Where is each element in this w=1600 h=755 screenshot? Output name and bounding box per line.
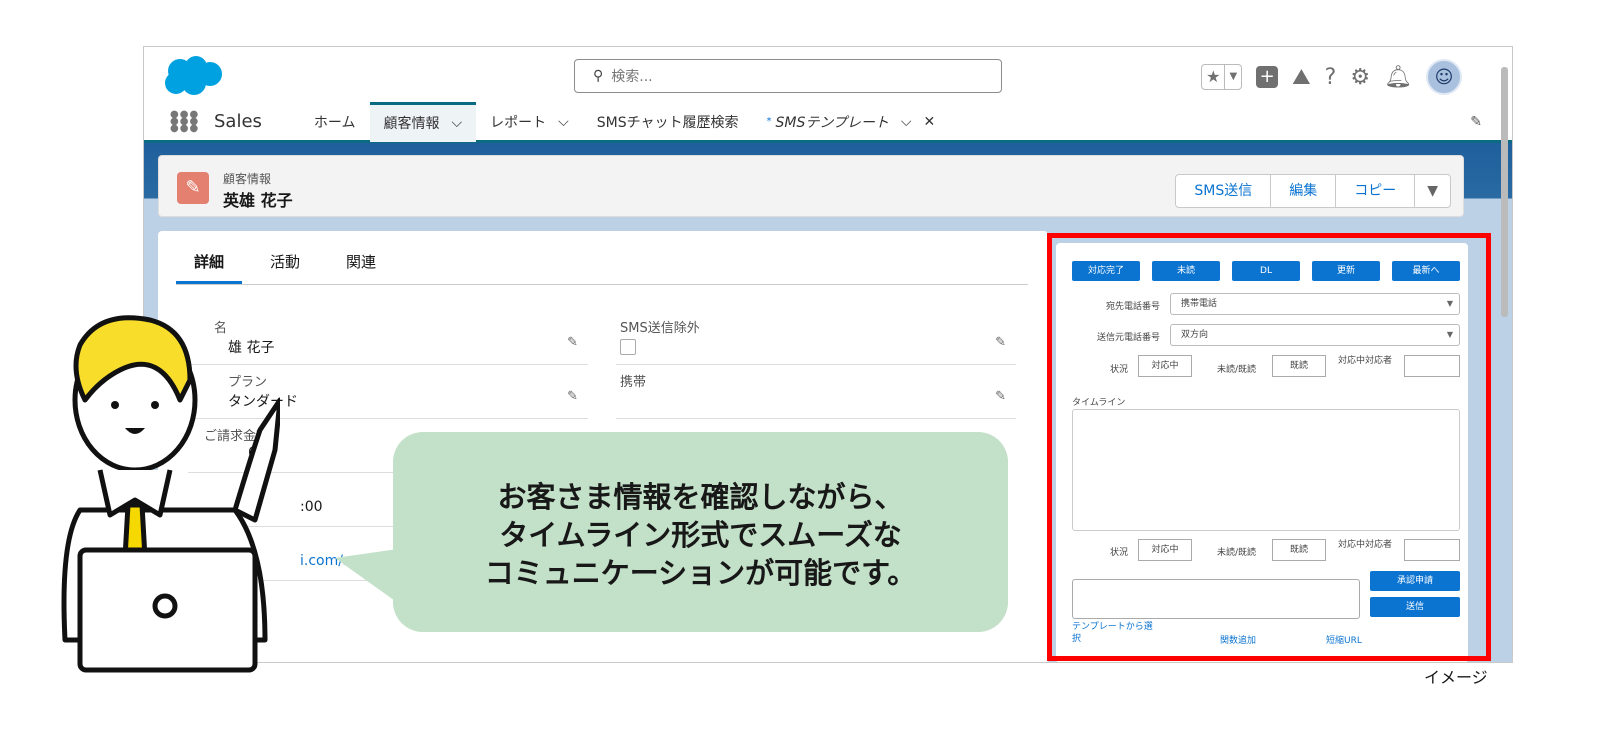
top-bar: ⚲ 検索... ★ ▼ + ⛰ ? ⚙ 🔔︎ ☺ [144,47,1512,103]
edit-nav-icon[interactable]: ✎ [1470,114,1482,130]
chevron-down-icon[interactable]: ⌵ [452,115,463,131]
help-icon[interactable]: ? [1325,65,1337,90]
record-header: ✎ 顧客情報 英雄 花子 SMS送信 編集 コピー ▼ [158,155,1464,217]
favorites-button[interactable]: ★ ▼ [1201,64,1243,90]
tab-related[interactable]: 関連 [328,251,394,284]
copy-button[interactable]: コピー [1336,175,1416,207]
pencil-icon[interactable]: ✎ [567,389,578,404]
tab-activity[interactable]: 活動 [252,251,318,284]
pencil-icon[interactable]: ✎ [567,335,578,350]
close-icon[interactable]: ✕ [924,114,936,130]
field-mobile: 携帯 ✎ [616,367,1016,419]
salesforce-logo [165,56,222,95]
pencil-icon: ✎ [177,172,209,204]
pencil-icon[interactable]: ✎ [995,335,1006,350]
star-icon: ★ [1206,67,1221,86]
pencil-icon[interactable]: ✎ [995,389,1006,404]
tab-customer[interactable]: 顧客情報 ⌵ [369,101,477,142]
record-object: 顧客情報 [223,172,272,186]
record-name: 英雄 花子 [223,191,293,210]
chevron-down-icon[interactable]: ⌵ [558,114,569,130]
scrollbar[interactable] [1501,67,1508,317]
caption: イメージ [1424,668,1488,687]
tab-sms-history[interactable]: SMSチャット履歴検索 [583,102,753,142]
field-sms-exclude: SMS送信除外 ✎ [616,313,1016,365]
tab-sms-template[interactable]: * SMSテンプレート ⌵ ✕ [752,102,949,142]
highlight-frame [1047,233,1491,661]
speech-bubble: お客さま情報を確認しながら、 タイムライン形式でスムーズな コミュニケーションが可能… [393,432,1008,632]
app-name: Sales [214,111,262,132]
search-input[interactable]: ⚲ 検索... [574,59,1002,93]
bell-icon[interactable]: 🔔︎ [1384,65,1412,90]
edit-button[interactable]: 編集 [1271,175,1337,207]
app-launcher-icon[interactable]: ●●● ●●● ●●● [170,110,198,134]
plus-icon[interactable]: + [1256,66,1279,88]
nav-bar: ●●● ●●● ●●● Sales ホーム 顧客情報 ⌵ レポート ⌵ SMSチャット履… [144,101,1512,143]
trailhead-icon[interactable]: ⛰ [1292,65,1310,90]
gear-icon[interactable]: ⚙ [1350,65,1370,90]
tab-report[interactable]: レポート ⌵ [476,102,583,142]
sms-exclude-checkbox[interactable] [620,339,636,355]
more-actions-button[interactable]: ▼ [1415,175,1450,207]
tab-home[interactable]: ホーム [300,102,370,142]
avatar[interactable]: ☺ [1426,59,1462,95]
chevron-down-icon[interactable]: ⌵ [901,114,912,130]
tab-detail[interactable]: 詳細 [176,251,243,284]
chevron-down-icon: ▼ [1224,65,1241,89]
businessman-illustration [61,315,280,673]
sms-send-button[interactable]: SMS送信 [1176,175,1272,207]
search-icon: ⚲ [593,68,604,84]
